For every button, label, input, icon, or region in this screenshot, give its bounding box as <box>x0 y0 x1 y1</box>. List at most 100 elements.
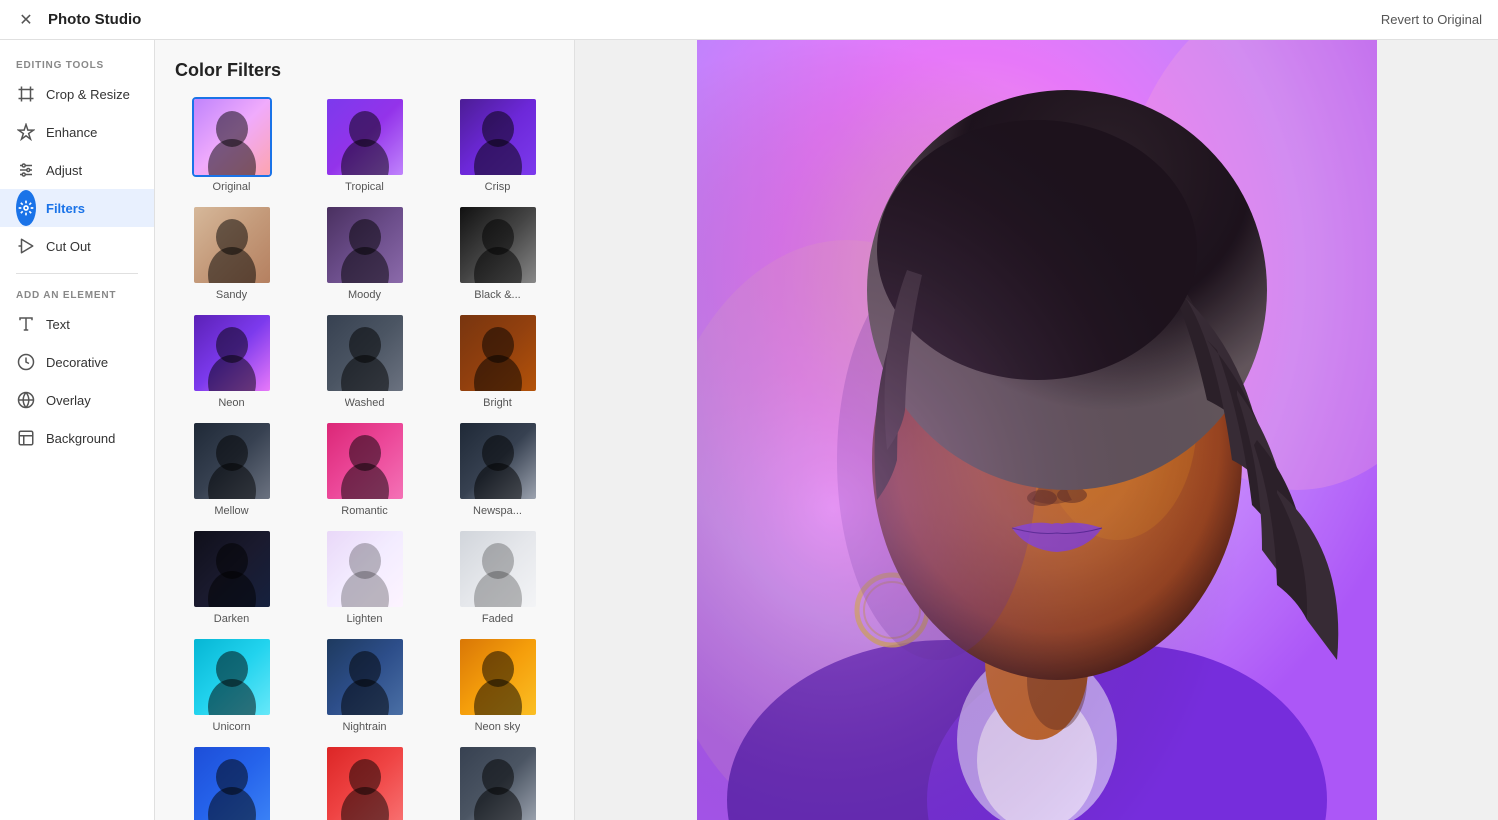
tool-overlay[interactable]: Overlay <box>0 381 154 419</box>
filter-thumb-moody <box>325 205 405 285</box>
filter-crisp[interactable]: Crisp <box>437 93 558 197</box>
filters-icon <box>16 198 36 218</box>
filter-thumb-lighten <box>325 529 405 609</box>
filter-thumb-neonsky <box>458 637 538 717</box>
filter-nightrain[interactable]: Nightrain <box>304 633 425 737</box>
cutout-icon <box>16 236 36 256</box>
topbar: ✕ Photo Studio Revert to Original <box>0 0 1498 40</box>
filter-thumb-unicorn <box>192 637 272 717</box>
decorative-label: Decorative <box>46 355 108 370</box>
filter-thumb-darken <box>192 529 272 609</box>
filter-label-newspaper: Newspa... <box>473 505 522 517</box>
filter-moody[interactable]: Moody <box>304 201 425 305</box>
background-icon <box>16 428 36 448</box>
filter-darken[interactable]: Darken <box>171 525 292 629</box>
filter-thumb-tropical <box>325 97 405 177</box>
filter-black[interactable]: Black &... <box>437 201 558 305</box>
filter-thumb-original <box>192 97 272 177</box>
revert-button[interactable]: Revert to Original <box>1381 12 1482 27</box>
tool-text[interactable]: Text <box>0 305 154 343</box>
filter-newspaper[interactable]: Newspa... <box>437 417 558 521</box>
filter-thumb-neon <box>192 313 272 393</box>
editing-tools-label: EDITING TOOLS <box>0 52 154 75</box>
text-label: Text <box>46 317 70 332</box>
filter-thumb-concrete <box>458 745 538 820</box>
filter-label-nightrain: Nightrain <box>342 721 386 733</box>
decorative-icon <box>16 352 36 372</box>
filter-label-faded: Faded <box>482 613 513 625</box>
filter-thumb-black <box>458 205 538 285</box>
filter-grid: Original Tropical Cr <box>171 93 558 820</box>
filters-scroll-area: Original Tropical Cr <box>155 93 574 820</box>
filter-unicorn[interactable]: Unicorn <box>171 633 292 737</box>
filter-label-lighten: Lighten <box>346 613 382 625</box>
filter-thumb-newspaper <box>458 421 538 501</box>
tool-enhance[interactable]: Enhance <box>0 113 154 151</box>
adjust-icon <box>16 160 36 180</box>
filter-label-crisp: Crisp <box>485 181 511 193</box>
filters-label: Filters <box>46 201 85 216</box>
filter-thumb-romantic <box>325 421 405 501</box>
filter-neon[interactable]: Neon <box>171 309 292 413</box>
filter-faded[interactable]: Faded <box>437 525 558 629</box>
filter-romantic[interactable]: Romantic <box>304 417 425 521</box>
filter-label-original: Original <box>213 181 251 193</box>
tool-crop[interactable]: Crop & Resize <box>0 75 154 113</box>
filter-original[interactable]: Original <box>171 93 292 197</box>
filter-label-neonsky: Neon sky <box>475 721 521 733</box>
filter-label-romantic: Romantic <box>341 505 387 517</box>
topbar-left: ✕ Photo Studio <box>16 10 141 30</box>
crop-icon <box>16 84 36 104</box>
cutout-label: Cut Out <box>46 239 91 254</box>
filter-label-black: Black &... <box>474 289 520 301</box>
overlay-label: Overlay <box>46 393 91 408</box>
adjust-label: Adjust <box>46 163 82 178</box>
filter-thumb-sandy <box>192 205 272 285</box>
filter-thumb-crisp <box>458 97 538 177</box>
filter-lighten[interactable]: Lighten <box>304 525 425 629</box>
background-label: Background <box>46 431 115 446</box>
filter-bright[interactable]: Bright <box>437 309 558 413</box>
filter-washed[interactable]: Washed <box>304 309 425 413</box>
filter-label-mellow: Mellow <box>214 505 248 517</box>
filter-thumb-faded <box>458 529 538 609</box>
filter-tropical[interactable]: Tropical <box>304 93 425 197</box>
filter-label-washed: Washed <box>345 397 385 409</box>
app-title: Photo Studio <box>48 11 141 28</box>
filter-blueray[interactable]: Blue Ray <box>171 741 292 820</box>
filter-thumb-jellybean <box>325 745 405 820</box>
filter-jellybean[interactable]: Jellybean <box>304 741 425 820</box>
left-sidebar: EDITING TOOLS Crop & Resize Enh <box>0 40 155 820</box>
tool-background[interactable]: Background <box>0 419 154 457</box>
filter-label-moody: Moody <box>348 289 381 301</box>
filter-label-unicorn: Unicorn <box>213 721 251 733</box>
filter-sandy[interactable]: Sandy <box>171 201 292 305</box>
crop-label: Crop & Resize <box>46 87 130 102</box>
filter-mellow[interactable]: Mellow <box>171 417 292 521</box>
add-element-label: ADD AN ELEMENT <box>0 282 154 305</box>
tool-decorative[interactable]: Decorative <box>0 343 154 381</box>
filter-thumb-blueray <box>192 745 272 820</box>
tool-filters[interactable]: Filters <box>0 189 154 227</box>
divider <box>16 273 138 274</box>
filter-label-darken: Darken <box>214 613 249 625</box>
close-button[interactable]: ✕ <box>16 10 36 30</box>
filter-label-tropical: Tropical <box>345 181 384 193</box>
enhance-label: Enhance <box>46 125 97 140</box>
filter-label-bright: Bright <box>483 397 512 409</box>
canvas-area <box>575 40 1498 820</box>
filter-thumb-bright <box>458 313 538 393</box>
tool-adjust[interactable]: Adjust <box>0 151 154 189</box>
filter-concrete[interactable]: Concrete <box>437 741 558 820</box>
filter-label-sandy: Sandy <box>216 289 247 301</box>
tool-cutout[interactable]: Cut Out <box>0 227 154 265</box>
text-icon <box>16 314 36 334</box>
filter-thumb-mellow <box>192 421 272 501</box>
overlay-icon <box>16 390 36 410</box>
main-area: EDITING TOOLS Crop & Resize Enh <box>0 40 1498 820</box>
filter-neonsky[interactable]: Neon sky <box>437 633 558 737</box>
filters-panel: Color Filters Original <box>155 40 575 820</box>
filter-thumb-washed <box>325 313 405 393</box>
enhance-icon <box>16 122 36 142</box>
filter-thumb-nightrain <box>325 637 405 717</box>
